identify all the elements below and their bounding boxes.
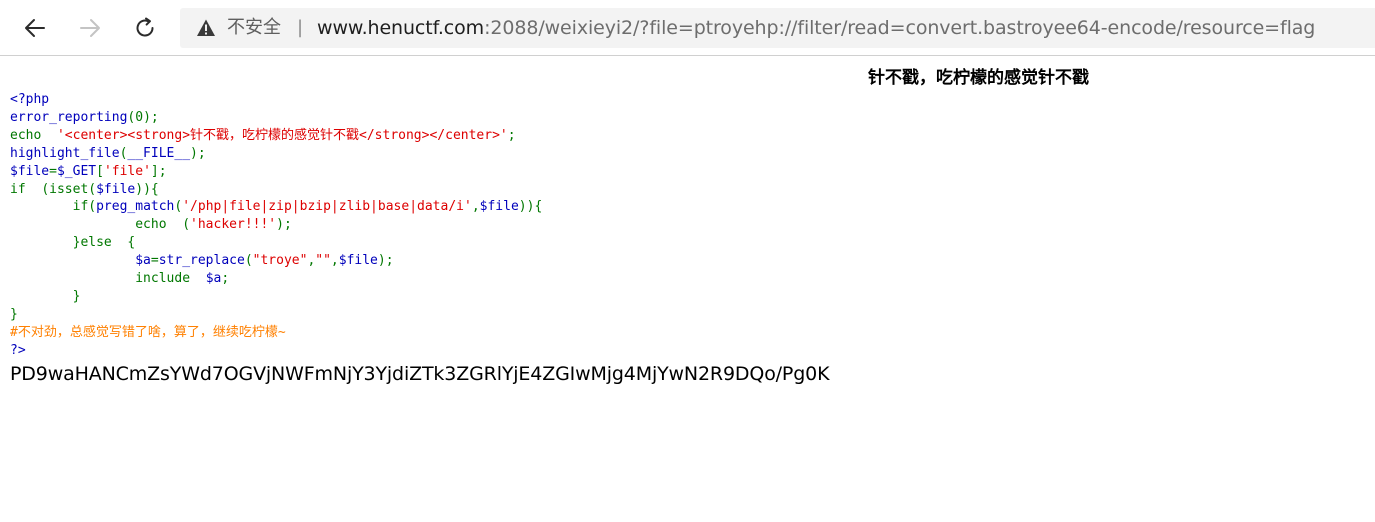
php-source-code: <?php error_reporting(0); echo '<center>… xyxy=(10,91,542,360)
refresh-button[interactable] xyxy=(127,11,163,45)
security-status-label[interactable]: 不安全 xyxy=(227,16,281,40)
code-line-13: } xyxy=(10,306,18,322)
code-line-10: $a=str_replace("troye","",$file); xyxy=(135,253,394,269)
code-line-1: <?php xyxy=(10,92,50,107)
code-line-14: #不对劲，总感觉写错了啥，算了，继续吃柠檬~ xyxy=(10,324,286,340)
code-line-7: if(preg_match('/php|file|zip|bzip|zlib|b… xyxy=(72,199,543,215)
page-center-title: 针不戳，吃柠檬的感觉针不戳 xyxy=(868,68,1089,88)
warning-triangle-icon[interactable] xyxy=(196,18,216,38)
code-line-12: } xyxy=(72,288,81,304)
code-line-9: }else { xyxy=(72,235,136,251)
base64-output: PD9waHANCmZsYWd7OGVjNWFmNjY3YjdiZTk3ZGRl… xyxy=(10,363,830,385)
code-line-11: include $a; xyxy=(135,271,230,287)
code-line-6: if (isset($file)){ xyxy=(10,181,159,197)
arrow-left-icon xyxy=(25,19,45,37)
code-line-15: ?> xyxy=(10,342,26,358)
refresh-icon xyxy=(136,17,154,37)
code-line-2: error_reporting(0); xyxy=(10,109,159,125)
code-line-3: echo '<center><strong>针不戳，吃柠檬的感觉针不戳</str… xyxy=(10,127,516,143)
toolbar-divider xyxy=(0,55,1375,56)
address-bar[interactable]: 不安全 | www.henuctf.com:2088/weixieyi2/?fi… xyxy=(180,8,1375,48)
address-separator: | xyxy=(297,17,304,38)
code-line-4: highlight_file(__FILE__); xyxy=(10,145,206,161)
forward-button[interactable] xyxy=(72,11,108,45)
url-text[interactable]: www.henuctf.com:2088/weixieyi2/?file=ptr… xyxy=(317,16,1315,40)
code-line-5: $file=$_GET['file']; xyxy=(10,163,167,179)
url-path: :2088/weixieyi2/?file=ptroyehp://filter/… xyxy=(484,17,1316,39)
url-host: www.henuctf.com xyxy=(317,17,485,39)
code-line-8: echo ('hacker!!!'); xyxy=(135,217,292,233)
back-button[interactable] xyxy=(17,11,53,45)
browser-toolbar: 不安全 | www.henuctf.com:2088/weixieyi2/?fi… xyxy=(0,0,1375,56)
arrow-right-icon xyxy=(80,19,100,37)
